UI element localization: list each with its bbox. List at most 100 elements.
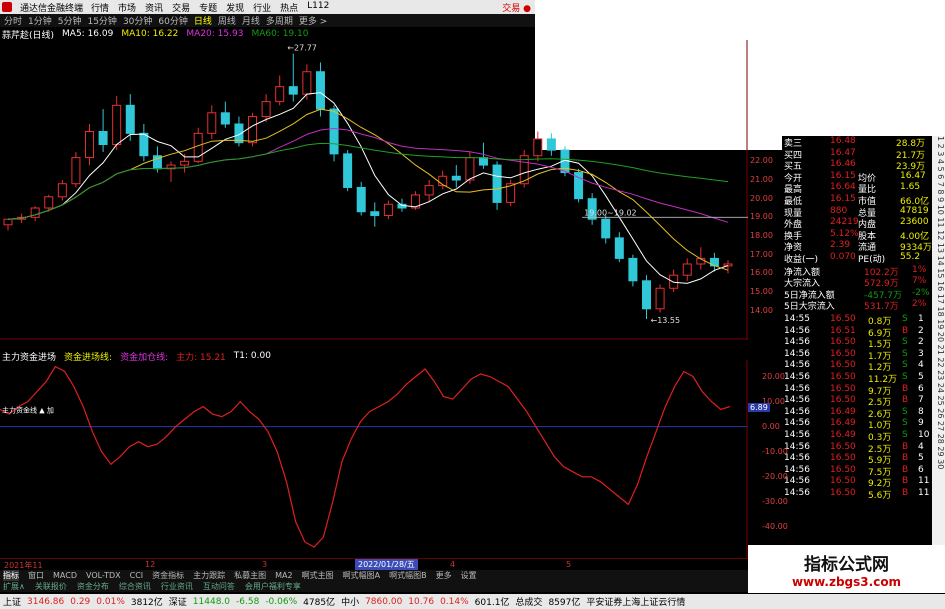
period-2[interactable]: 5分钟 [58,14,82,27]
tick-time: 14:56 [784,441,810,452]
order-price: 16.48 [830,136,856,146]
tick-price: 16.50 [830,337,856,348]
tick-direction: S [902,430,908,440]
info-tab[interactable]: 互动问答 [203,581,235,592]
info-tab[interactable]: 关联报价 [35,581,67,592]
toolbar-item[interactable]: 私募主图 [234,570,266,581]
toolbar-item[interactable]: 啊式主图 [302,570,334,581]
index-amount: 3812亿 [130,598,163,608]
menu-item[interactable]: 资讯 [145,1,163,14]
stat-row: 收益(一) 0.070 PE(动) 55.2 [782,252,932,265]
kline-chart[interactable]: ←27.77 ←13.55 19.00~19.02 [0,40,748,340]
period-7[interactable]: 周线 [218,14,236,27]
tick-price: 16.50 [830,395,856,406]
info-tab[interactable]: 综合资讯 [119,581,151,592]
period-9[interactable]: 多周期 [266,14,293,27]
tick-row: 14:56 16.50 1.7万 S 3 [782,348,932,362]
price-tick: 20.00 [750,193,773,203]
tick-direction: B [902,453,909,464]
tick-price: 16.50 [830,348,856,359]
menu-item[interactable]: 行情 [91,1,109,14]
candle [166,161,176,182]
info-tab[interactable]: 会用户福利专享 [245,581,301,592]
info-tab[interactable]: 资金分布 [77,581,109,592]
period-6[interactable]: 日线 [194,14,212,27]
menu-item[interactable]: 发现 [226,1,244,14]
tick-count: 6 [918,464,924,475]
flow-pct: 1% [912,264,927,275]
candle-body [628,257,638,282]
tick-row: 14:56 16.50 1.5万 S 2 [782,337,932,350]
period-10[interactable]: 更多 > [299,14,327,27]
tick-time: 14:56 [784,360,810,371]
index-label: 上证 [3,598,22,608]
toolbar-item[interactable]: 啊式幅图A [343,570,380,581]
period-0[interactable]: 分时 [4,14,22,27]
toolbar-item[interactable]: 窗口 [28,570,44,581]
stat-value: 24219 [830,217,859,228]
menu-item[interactable]: 市场 [118,1,136,14]
period-1[interactable]: 1分钟 [28,14,52,27]
toolbar-item[interactable]: 主力跟踪 [193,570,225,581]
candle-body [370,211,380,216]
candle [451,165,461,188]
status-bar: 上证 3146.86 0.29 0.01% 3812亿 深证 11448.0 -6.58 -0.… [0,594,945,609]
menu-item[interactable]: 交易 [172,1,190,14]
toolbar-item[interactable]: CCI [130,571,144,580]
stat-value: 16.47 [900,170,926,181]
ma20-label: MA20: 15.93 [186,29,244,39]
period-4[interactable]: 30分钟 [123,14,152,27]
tick-time: 14:56 [784,325,810,336]
index-pct: 0.01% [96,596,125,607]
toolbar-item[interactable]: MA2 [275,571,292,580]
price-tick: 16.00 [750,268,773,278]
tick-count: 5 [918,453,924,464]
toolbar-item[interactable]: 指标 [3,570,19,581]
right-side-tabs[interactable]: 1 2 3 4 5 6 7 8 9 10 11 12 13 14 15 16 1… [932,136,945,556]
indicator-chart[interactable]: 主力资金线 ▲ 加 [0,360,748,558]
tick-direction: S [902,418,908,429]
candle [329,105,339,162]
menu-item[interactable]: 专题 [199,1,217,14]
tick-time: 14:56 [784,406,810,417]
tick-direction: B [902,383,909,394]
date-tick: 3 [262,560,268,569]
period-5[interactable]: 60分钟 [158,14,187,27]
menu-item[interactable]: 行业 [253,1,271,14]
tick-row: 14:56 16.50 7.5万 B 6 [782,464,932,478]
period-3[interactable]: 15分钟 [87,14,116,27]
toolbar-item[interactable]: 资金指标 [152,570,184,581]
toolbar-item[interactable]: VOL-TDX [86,571,121,580]
candle-body [614,237,624,259]
tick-count: 11 [918,488,930,498]
tick-row: 14:56 16.51 6.9万 B 2 [782,325,932,339]
candle-body [451,175,461,181]
period-8[interactable]: 月线 [242,14,260,27]
info-tab[interactable]: 行业资讯 [161,581,193,592]
tick-time: 14:56 [784,430,810,440]
candle-body [492,164,502,203]
tick-price: 16.50 [830,360,856,371]
high-annotation: ←27.77 [287,44,317,53]
candle [641,275,651,320]
trade-button[interactable]: 交易 ● [502,1,535,14]
ma5-label: MA5: 16.09 [62,29,114,39]
price-tick: 17.00 [750,249,773,259]
stat-value: 16.15 [830,170,856,181]
watermark-title: 指标公式网 [804,554,889,575]
flow-pct: 7% [912,276,927,287]
tick-price: 16.50 [830,314,856,324]
toolbar-item[interactable]: MACD [53,571,77,580]
toolbar-item[interactable]: 设置 [461,570,477,581]
menu-item[interactable]: 热点 [280,1,298,14]
tick-count: 9 [918,418,924,429]
info-tab[interactable]: 扩展∧ [3,581,25,592]
toolbar-item[interactable]: 啊式幅图B [389,570,427,581]
total-label: 总成交 [515,598,543,608]
toolbar-item[interactable]: 更多 [436,570,452,581]
tick-time: 14:56 [784,464,810,475]
menu-item[interactable]: L112 [307,1,329,14]
stat-value: 5.12% [830,228,859,239]
stat-value: 0.070 [830,252,856,262]
candle [3,218,13,231]
